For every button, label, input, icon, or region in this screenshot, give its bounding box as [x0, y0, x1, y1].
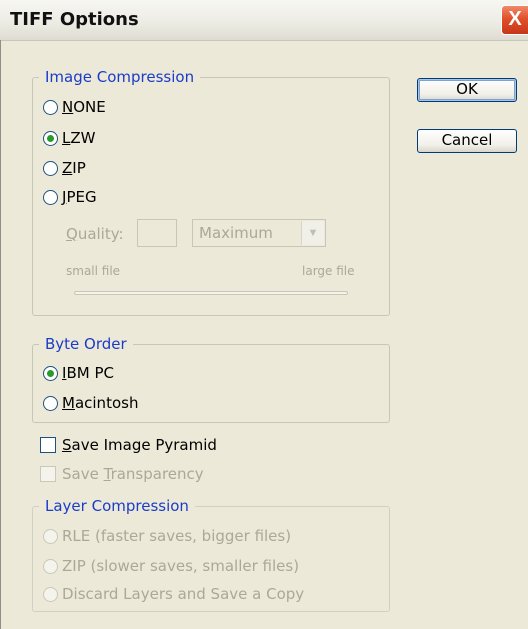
layer-compression-legend: Layer Compression: [45, 497, 189, 515]
byte-order-ibm-pc-radio[interactable]: IBM PC: [43, 363, 114, 383]
byte-order-legend: Byte Order: [45, 335, 127, 353]
radio-indicator: [43, 586, 58, 602]
radio-label: ZIP: [62, 159, 86, 177]
quality-input[interactable]: [137, 219, 177, 247]
ok-button[interactable]: OK: [417, 78, 517, 102]
checkbox-box: [40, 437, 56, 453]
close-icon: X: [508, 8, 522, 30]
radio-label: IBM PC: [62, 364, 114, 382]
compression-zip-radio[interactable]: ZIP: [43, 158, 86, 178]
title-bar[interactable]: TIFF Options X: [0, 0, 528, 41]
radio-indicator: [43, 558, 58, 574]
radio-label: LZW: [62, 129, 96, 147]
dialog-title: TIFF Options: [10, 9, 139, 30]
tiff-options-dialog: TIFF Options X Image Compression NONE LZ…: [0, 0, 528, 629]
radio-indicator: [43, 365, 58, 381]
quality-label: Quality:: [66, 225, 124, 243]
large-file-label: large file: [302, 264, 355, 278]
chevron-down-icon[interactable]: ▼: [301, 221, 324, 245]
image-compression-legend: Image Compression: [45, 68, 195, 86]
close-button[interactable]: X: [501, 5, 528, 35]
window-border: [0, 40, 1, 629]
checkbox-label: Save Transparency: [62, 465, 204, 483]
radio-label: Discard Layers and Save a Copy: [62, 585, 305, 603]
layer-zip-radio: ZIP (slower saves, smaller files): [43, 556, 299, 576]
quality-slider[interactable]: [74, 291, 348, 295]
radio-indicator: [43, 130, 58, 146]
radio-label: Macintosh: [62, 394, 139, 412]
cancel-button[interactable]: Cancel: [417, 129, 517, 153]
small-file-label: small file: [66, 264, 121, 278]
radio-indicator: [43, 528, 58, 544]
byte-order-macintosh-radio[interactable]: Macintosh: [43, 393, 138, 413]
radio-indicator: [43, 395, 58, 411]
radio-indicator: [43, 189, 58, 205]
save-transparency-checkbox: Save Transparency: [40, 464, 204, 484]
compression-lzw-radio[interactable]: LZW: [43, 128, 95, 148]
compression-jpeg-radio[interactable]: JPEG: [43, 187, 97, 207]
radio-label: RLE (faster saves, bigger files): [62, 527, 292, 545]
checkbox-label: Save Image Pyramid: [62, 436, 217, 454]
save-image-pyramid-checkbox[interactable]: Save Image Pyramid: [40, 435, 217, 455]
radio-label: ZIP (slower saves, smaller files): [62, 557, 300, 575]
quality-preset-select[interactable]: Maximum ▼: [192, 219, 326, 247]
radio-label: JPEG: [62, 188, 97, 206]
radio-indicator: [43, 160, 58, 176]
radio-indicator: [43, 99, 58, 115]
quality-preset-value: Maximum: [199, 224, 273, 242]
layer-discard-radio: Discard Layers and Save a Copy: [43, 584, 304, 604]
radio-label: NONE: [62, 98, 106, 116]
compression-none-radio[interactable]: NONE: [43, 97, 106, 117]
layer-rle-radio: RLE (faster saves, bigger files): [43, 526, 291, 546]
checkbox-box: [40, 466, 56, 482]
